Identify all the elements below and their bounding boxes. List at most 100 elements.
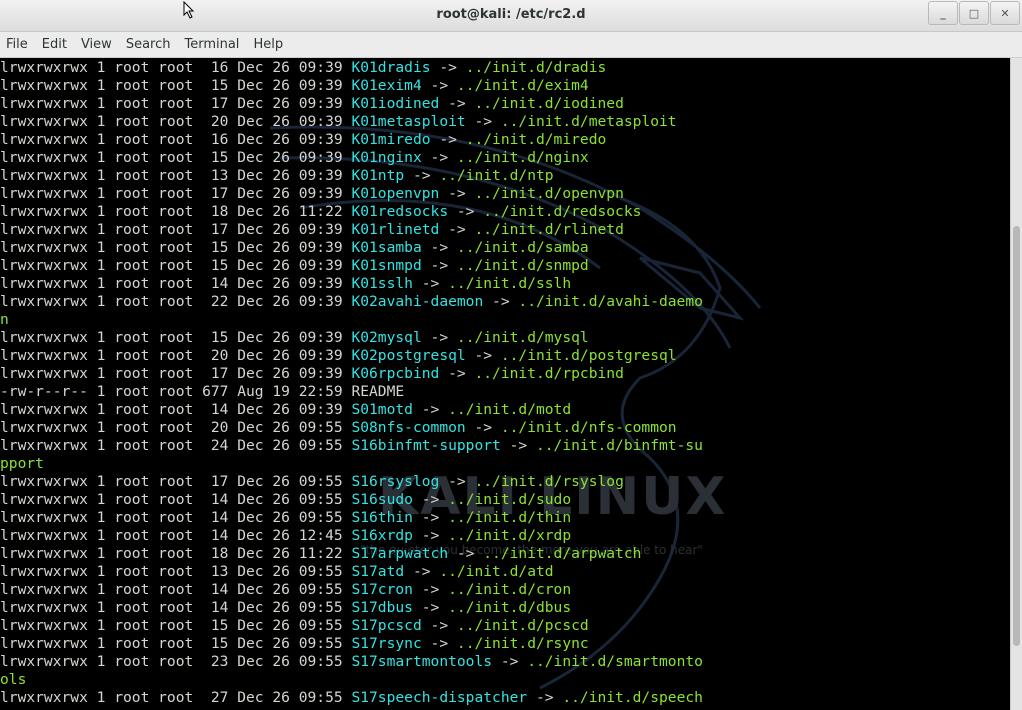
line-metadata: lrwxrwxrwx 1 root root 17 Dec 26 09:55 [0,473,352,490]
symlink-target: pport [0,455,44,472]
terminal-line: pport [0,455,703,473]
terminal-line: lrwxrwxrwx 1 root root 22 Dec 26 09:39 K… [0,293,703,311]
terminal-scrollbar[interactable] [1010,58,1022,710]
symlink-arrow: -> [421,257,457,274]
symlink-name: S17cron [351,581,413,598]
symlink-name: S16binfmt-support [351,437,501,454]
terminal-line: lrwxrwxrwx 1 root root 17 Dec 26 09:39 K… [0,221,703,239]
symlink-name: K01nginx [351,149,422,166]
window-titlebar[interactable]: root@kali: /etc/rc2.d _ □ ✕ [0,0,1022,32]
terminal-line: lrwxrwxrwx 1 root root 17 Dec 26 09:55 S… [0,473,703,491]
symlink-arrow: -> [421,329,457,346]
symlink-target: ../init.d/metasploit [500,113,677,130]
symlink-target: ../init.d/sudo [448,491,572,508]
line-metadata: lrwxrwxrwx 1 root root 17 Dec 26 09:39 [0,95,352,112]
symlink-name: K01snmpd [351,257,422,274]
symlink-arrow: -> [421,77,457,94]
terminal-line: lrwxrwxrwx 1 root root 17 Dec 26 09:39 K… [0,185,703,203]
symlink-name: S17rsync [351,635,422,652]
menu-terminal[interactable]: Terminal [177,32,246,58]
menu-help[interactable]: Help [246,32,290,58]
line-metadata: lrwxrwxrwx 1 root root 15 Dec 26 09:39 [0,77,352,94]
terminal-line: lrwxrwxrwx 1 root root 15 Dec 26 09:39 K… [0,257,703,275]
line-metadata: lrwxrwxrwx 1 root root 20 Dec 26 09:39 [0,347,352,364]
scrollbar-thumb[interactable] [1013,226,1020,646]
symlink-target: ../init.d/rlinetd [474,221,624,238]
terminal-line: lrwxrwxrwx 1 root root 15 Dec 26 09:39 K… [0,77,703,95]
menu-view[interactable]: View [74,32,119,58]
menu-file[interactable]: File [0,32,35,58]
line-metadata: lrwxrwxrwx 1 root root 17 Dec 26 09:39 [0,365,352,382]
symlink-name: K01openvpn [351,185,440,202]
symlink-name: K02postgresql [351,347,466,364]
symlink-target: n [0,311,9,328]
window-title: root@kali: /etc/rc2.d [436,7,586,22]
terminal-line: lrwxrwxrwx 1 root root 20 Dec 26 09:39 K… [0,347,703,365]
symlink-target: ../init.d/dradis [465,59,607,76]
symlink-target: ../init.d/ntp [439,167,554,184]
terminal-line: lrwxrwxrwx 1 root root 13 Dec 26 09:39 K… [0,167,703,185]
symlink-target: ../init.d/xrdp [448,527,572,544]
symlink-name: K01sslh [351,275,413,292]
terminal-line: ols [0,671,703,689]
symlink-name: K06rpcbind [351,365,440,382]
terminal-line: lrwxrwxrwx 1 root root 16 Dec 26 09:39 K… [0,131,703,149]
terminal-line: lrwxrwxrwx 1 root root 18 Dec 26 11:22 K… [0,203,703,221]
symlink-arrow: -> [465,419,501,436]
mouse-pointer-icon [183,1,195,19]
symlink-target: ../init.d/rsync [456,635,589,652]
line-metadata: lrwxrwxrwx 1 root root 13 Dec 26 09:39 [0,167,352,184]
symlink-arrow: -> [412,581,449,598]
symlink-target: ../init.d/openvpn [474,185,624,202]
terminal-line: lrwxrwxrwx 1 root root 14 Dec 26 09:55 S… [0,491,703,509]
line-metadata: lrwxrwxrwx 1 root root 20 Dec 26 09:55 [0,419,352,436]
line-metadata: lrwxrwxrwx 1 root root 15 Dec 26 09:39 [0,329,352,346]
symlink-arrow: -> [404,167,440,184]
line-metadata: lrwxrwxrwx 1 root root 17 Dec 26 09:39 [0,221,352,238]
symlink-arrow: -> [421,635,457,652]
symlink-target: ../init.d/atd [439,563,554,580]
symlink-arrow: -> [500,437,536,454]
line-metadata: -rw-r--r-- 1 root root 677 Aug 19 22:59 [0,383,352,400]
symlink-arrow: -> [412,275,449,292]
symlink-name: S17pcscd [351,617,422,634]
terminal-line: lrwxrwxrwx 1 root root 15 Dec 26 09:39 K… [0,239,703,257]
terminal-area[interactable]: KALI LINUX "the quieter you become, the … [0,58,1010,710]
line-metadata: lrwxrwxrwx 1 root root 27 Dec 26 09:55 [0,689,352,706]
symlink-target: ../init.d/postgresql [500,347,677,364]
symlink-arrow: -> [404,563,440,580]
menu-edit[interactable]: Edit [35,32,74,58]
minimize-button[interactable]: _ [928,1,958,25]
line-metadata: lrwxrwxrwx 1 root root 14 Dec 26 09:55 [0,491,352,508]
symlink-arrow: -> [439,185,475,202]
line-metadata: lrwxrwxrwx 1 root root 14 Dec 26 09:39 [0,275,352,292]
symlink-arrow: -> [421,149,457,166]
line-metadata: lrwxrwxrwx 1 root root 15 Dec 26 09:55 [0,617,352,634]
symlink-target: ../init.d/binfmt-su [535,437,703,454]
line-metadata: lrwxrwxrwx 1 root root 14 Dec 26 09:55 [0,581,352,598]
symlink-arrow: -> [492,653,528,670]
symlink-arrow: -> [412,491,449,508]
symlink-arrow: -> [412,509,449,526]
close-button[interactable]: ✕ [990,1,1020,25]
terminal-line: lrwxrwxrwx 1 root root 15 Dec 26 09:55 S… [0,617,703,635]
symlink-arrow: -> [465,347,501,364]
line-metadata: lrwxrwxrwx 1 root root 15 Dec 26 09:39 [0,239,352,256]
symlink-name: K01exim4 [351,77,422,94]
line-metadata: lrwxrwxrwx 1 root root 13 Dec 26 09:55 [0,563,352,580]
symlink-name: K01redsocks [351,203,449,220]
line-metadata: lrwxrwxrwx 1 root root 14 Dec 26 09:39 [0,401,352,418]
menu-search[interactable]: Search [119,32,178,58]
line-metadata: lrwxrwxrwx 1 root root 24 Dec 26 09:55 [0,437,352,454]
symlink-target: ../init.d/arpwatch [483,545,642,562]
symlink-arrow: -> [465,113,501,130]
terminal-line: lrwxrwxrwx 1 root root 15 Dec 26 09:39 K… [0,149,703,167]
symlink-name: K01metasploit [351,113,466,130]
maximize-button[interactable]: □ [959,1,989,25]
symlink-name: K01ntp [351,167,405,184]
symlink-target: ../init.d/nfs-common [500,419,677,436]
symlink-name: S17speech-dispatcher [351,689,528,706]
terminal-output: lrwxrwxrwx 1 root root 16 Dec 26 09:39 K… [0,59,703,707]
line-metadata: lrwxrwxrwx 1 root root 22 Dec 26 09:39 [0,293,352,310]
symlink-name: S01motd [351,401,413,418]
